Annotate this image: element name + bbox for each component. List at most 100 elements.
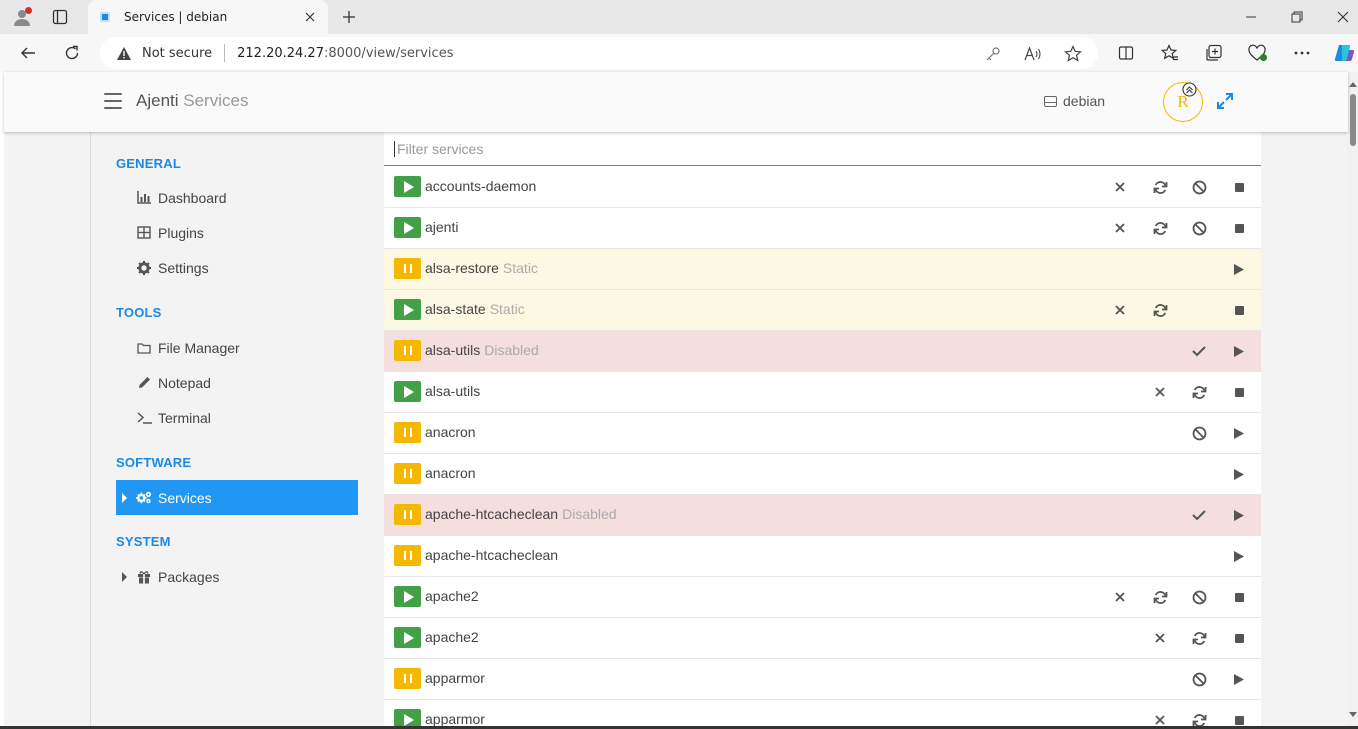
sidebar-item-file-manager[interactable]: File Manager [116,330,358,365]
play-icon [404,713,414,726]
play-icon [404,303,414,316]
browser-essentials-icon[interactable] [1244,40,1272,66]
copilot-icon[interactable] [1330,40,1358,66]
key-icon[interactable] [984,45,1002,63]
filter-services-input[interactable] [394,140,1261,157]
service-name: alsa-utils [425,383,480,399]
running-state-button[interactable] [394,381,421,402]
favorite-star-icon[interactable] [1064,45,1082,63]
disable-icon[interactable] [1190,178,1208,196]
enable-check-icon[interactable] [1190,342,1208,360]
stop-icon[interactable] [1230,629,1248,647]
restart-icon[interactable] [1151,178,1169,196]
start-icon[interactable] [1230,260,1248,278]
running-state-button[interactable] [394,627,421,648]
stopped-state-button[interactable] [394,504,421,525]
running-state-button[interactable] [394,299,421,320]
kill-icon[interactable] [1151,629,1169,647]
disable-icon[interactable] [1190,670,1208,688]
start-icon[interactable] [1230,342,1248,360]
fullscreen-expand-icon[interactable] [1216,92,1234,110]
start-icon[interactable] [1230,424,1248,442]
sidebar-item-packages[interactable]: Packages [116,559,358,594]
stopped-state-button[interactable] [394,258,421,279]
kill-icon[interactable] [1111,219,1129,237]
enable-check-icon[interactable] [1190,506,1208,524]
start-icon[interactable] [1230,670,1248,688]
read-aloud-icon[interactable] [1024,45,1042,63]
restart-icon[interactable] [1190,383,1208,401]
stopped-state-button[interactable] [394,545,421,566]
table-row: anacron [384,413,1261,454]
service-name-text: apache2 [425,629,479,645]
kill-icon[interactable] [1151,383,1169,401]
address-bar[interactable]: Not secure 212.20.24.27:8000/view/servic… [100,37,1098,69]
split-screen-icon[interactable] [1112,40,1140,66]
stop-icon[interactable] [1230,588,1248,606]
stopped-state-button[interactable] [394,340,421,361]
stop-icon[interactable] [1230,178,1248,196]
profile-icon[interactable] [8,4,36,30]
tab-actions-icon[interactable] [46,4,74,30]
running-state-button[interactable] [394,586,421,607]
play-icon [404,385,414,398]
kill-icon[interactable] [1111,588,1129,606]
running-state-button[interactable] [394,217,421,238]
collections-icon[interactable] [1200,40,1228,66]
page-scrollbar[interactable] [1348,72,1358,729]
disable-icon[interactable] [1190,588,1208,606]
stop-icon[interactable] [1230,219,1248,237]
chevron-up-circle-icon[interactable] [1182,82,1197,97]
restore-window-icon[interactable] [1282,4,1312,30]
more-options-icon[interactable] [1288,40,1316,66]
service-name: ajenti [425,219,458,235]
stopped-state-button[interactable] [394,668,421,689]
kill-icon[interactable] [1111,178,1129,196]
disable-icon[interactable] [1190,219,1208,237]
sidebar-item-label: Plugins [158,224,204,241]
stop-icon[interactable] [1230,301,1248,319]
reload-icon[interactable] [58,40,86,66]
favorites-icon[interactable] [1156,40,1184,66]
sidebar-item-settings[interactable]: Settings [116,250,358,285]
close-tab-icon[interactable] [300,7,320,27]
restart-icon[interactable] [1151,588,1169,606]
pause-icon [403,674,412,683]
sidebar-item-notepad[interactable]: Notepad [116,365,358,400]
start-icon[interactable] [1230,547,1248,565]
disable-icon[interactable] [1190,424,1208,442]
kill-icon[interactable] [1111,301,1129,319]
sidebar-item-plugins[interactable]: Plugins [116,215,358,250]
close-window-icon[interactable] [1328,4,1358,30]
browser-toolbar: Not secure 212.20.24.27:8000/view/servic… [0,34,1358,72]
back-arrow-icon[interactable] [14,40,42,66]
running-state-button[interactable] [394,176,421,197]
gift-icon [136,569,152,585]
sidebar-item-dashboard[interactable]: Dashboard [116,180,358,215]
table-row: anacron [384,454,1261,495]
service-name: apache2 [425,588,479,604]
scrollbar-thumb[interactable] [1350,94,1356,146]
minimize-icon[interactable] [1236,4,1266,30]
start-icon[interactable] [1230,465,1248,483]
scroll-up-arrow-icon[interactable] [1349,82,1357,87]
service-name: alsa-utils Disabled [425,342,539,358]
start-icon[interactable] [1230,506,1248,524]
restart-icon[interactable] [1151,301,1169,319]
restart-icon[interactable] [1190,629,1208,647]
new-tab-icon[interactable] [336,4,362,30]
sidebar-item-terminal[interactable]: Terminal [116,400,358,435]
play-icon [404,221,414,234]
stopped-state-button[interactable] [394,422,421,443]
hamburger-menu-icon[interactable] [104,93,122,109]
service-name-text: alsa-state [425,301,486,317]
stop-icon[interactable] [1230,383,1248,401]
browser-tab[interactable]: Services | debian [88,0,328,34]
restart-icon[interactable] [1151,219,1169,237]
security-label[interactable]: Not secure [142,46,212,61]
stopped-state-button[interactable] [394,463,421,484]
sidebar-item-services[interactable]: Services [116,480,358,515]
warning-icon[interactable] [116,46,134,61]
pause-icon [403,469,412,478]
scroll-down-arrow-icon[interactable] [1349,712,1357,717]
